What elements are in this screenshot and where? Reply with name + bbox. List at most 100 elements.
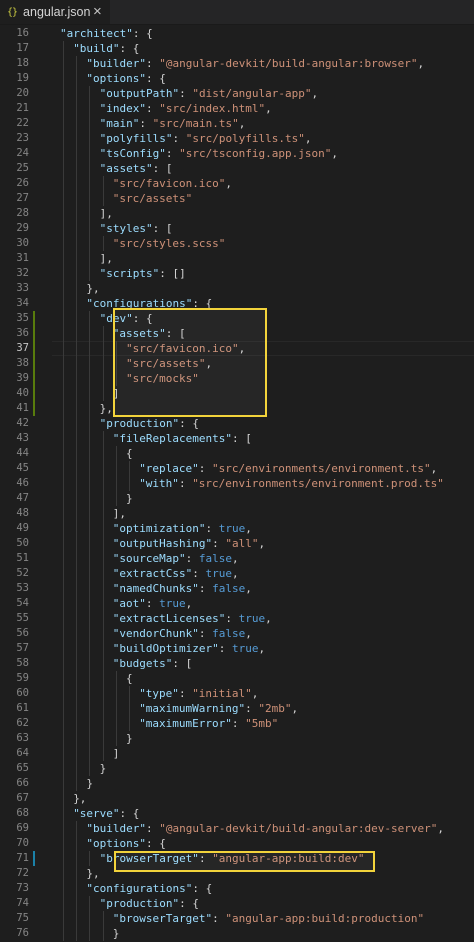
indent-guide — [89, 671, 91, 686]
punctuation: , — [232, 552, 239, 565]
code-line[interactable]: 24 "tsConfig": "src/tsconfig.app.json", — [0, 146, 474, 161]
code-line[interactable]: 27 "src/assets" — [0, 191, 474, 206]
code-line[interactable]: 74 "production": { — [0, 896, 474, 911]
indent-guide — [102, 716, 104, 731]
indent-guide — [76, 836, 78, 851]
punctuation: , — [331, 147, 339, 160]
code-line[interactable]: 23 "polyfills": "src/polyfills.ts", — [0, 131, 474, 146]
code-line[interactable]: 29 "styles": [ — [0, 221, 474, 236]
code-line[interactable]: 64] — [0, 746, 474, 761]
code-line[interactable]: 47} — [0, 491, 474, 506]
indent-guide — [63, 551, 64, 566]
close-icon[interactable]: × — [93, 3, 102, 21]
tab-angular-json[interactable]: {} angular.json × — [0, 0, 110, 24]
punctuation: , — [265, 612, 272, 625]
json-key: "type" — [139, 687, 179, 700]
code-line[interactable]: 61 "maximumWarning": "2mb", — [0, 701, 474, 716]
code-editor[interactable]: 16 "architect": {17 "build": {18 "builder":… — [0, 24, 474, 942]
code-line[interactable]: 28], — [0, 206, 474, 221]
json-key: "polyfills" — [99, 132, 173, 145]
indent-guide — [76, 371, 78, 386]
code-line[interactable]: 60 "type": "initial", — [0, 686, 474, 701]
code-line[interactable]: 19 "options": { — [0, 71, 474, 86]
code-line[interactable]: 20 "outputPath": "dist/angular-app", — [0, 86, 474, 101]
indent-guide — [76, 521, 78, 536]
code-text: "fileReplacements": [ — [113, 431, 252, 446]
indent-guide — [89, 416, 91, 431]
indent-guide — [102, 491, 104, 506]
indent-guide — [102, 536, 104, 551]
json-string: "src/main.ts" — [152, 117, 239, 130]
code-line[interactable]: 43 "fileReplacements": [ — [0, 431, 474, 446]
indent-guide — [76, 161, 78, 176]
punctuation: : — [178, 687, 193, 700]
code-line[interactable]: 26 "src/favicon.ico", — [0, 176, 474, 191]
json-key: "builder" — [86, 822, 146, 835]
code-line[interactable]: 21 "index": "src/index.html", — [0, 101, 474, 116]
code-line[interactable]: 25 "assets": [ — [0, 161, 474, 176]
code-line[interactable]: 56 "vendorChunk": false, — [0, 626, 474, 641]
punctuation: }, — [73, 792, 87, 805]
punctuation: : — [212, 912, 226, 925]
code-line[interactable]: 66} — [0, 776, 474, 791]
indent-guide — [102, 236, 104, 251]
code-line[interactable]: 31], — [0, 251, 474, 266]
code-line[interactable]: 50 "outputHashing": "all", — [0, 536, 474, 551]
indent-guide — [76, 776, 78, 791]
code-line[interactable]: 69 "builder": "@angular-devkit/build-angu… — [0, 821, 474, 836]
line-number: 28 — [16, 207, 29, 219]
code-text: "src/favicon.ico", — [113, 176, 232, 191]
json-string: "src/index.html" — [159, 102, 266, 115]
line-number: 33 — [16, 282, 29, 294]
code-line[interactable]: 52 "extractCss": true, — [0, 566, 474, 581]
code-line[interactable]: 30 "src/styles.scss" — [0, 236, 474, 251]
punctuation: , — [265, 102, 272, 115]
code-line[interactable]: 45 "replace": "src/environments/environme… — [0, 461, 474, 476]
code-line[interactable]: 18 "builder": "@angular-devkit/build-angu… — [0, 56, 474, 71]
code-line[interactable]: 42 "production": { — [0, 416, 474, 431]
code-line[interactable]: 67}, — [0, 791, 474, 806]
punctuation: : — [179, 87, 193, 100]
line-number: 30 — [16, 237, 29, 249]
indent-guide — [76, 866, 78, 881]
code-line[interactable]: 73 "configurations": { — [0, 881, 474, 896]
code-line[interactable]: 68 "serve": { — [0, 806, 474, 821]
indent-guide — [63, 56, 64, 71]
code-line[interactable]: 65} — [0, 761, 474, 776]
code-line[interactable]: 16 "architect": { — [0, 26, 474, 41]
code-line[interactable]: 32 "scripts": [] — [0, 266, 474, 281]
code-line[interactable]: 49 "optimization": true, — [0, 521, 474, 536]
json-key: "aot" — [112, 597, 146, 610]
line-number: 64 — [16, 747, 29, 759]
code-line[interactable]: 62 "maximumError": "5mb" — [0, 716, 474, 731]
indent-guide — [89, 896, 91, 911]
json-string: "2mb" — [258, 702, 292, 715]
code-line[interactable]: 53 "namedChunks": false, — [0, 581, 474, 596]
code-line[interactable]: 46 "with": "src/environments/environment.… — [0, 476, 474, 491]
code-line[interactable]: 33}, — [0, 281, 474, 296]
code-line[interactable]: 22 "main": "src/main.ts", — [0, 116, 474, 131]
code-line[interactable]: 76} — [0, 926, 474, 941]
code-line[interactable]: 75 "browserTarget": "angular-app:build:pr… — [0, 911, 474, 926]
indent-guide — [115, 686, 117, 701]
code-line[interactable]: 44 { — [0, 446, 474, 461]
code-line[interactable]: 51 "sourceMap": false, — [0, 551, 474, 566]
code-line[interactable]: 59 { — [0, 671, 474, 686]
code-line[interactable]: 58 "budgets": [ — [0, 656, 474, 671]
code-line[interactable]: 57 "buildOptimizer": true, — [0, 641, 474, 656]
code-line[interactable]: 70 "options": { — [0, 836, 474, 851]
punctuation: : { — [146, 72, 166, 85]
code-line[interactable]: 54 "aot": true, — [0, 596, 474, 611]
indent-guide — [89, 191, 91, 206]
code-line[interactable]: 48], — [0, 506, 474, 521]
indent-guide — [115, 446, 117, 461]
code-line[interactable]: 55 "extractLicenses": true, — [0, 611, 474, 626]
code-line[interactable]: 17 "build": { — [0, 41, 474, 56]
punctuation: , — [185, 597, 193, 610]
punctuation: , — [311, 87, 319, 100]
punctuation: : — [139, 117, 153, 130]
indent-guide — [76, 56, 78, 71]
indent-guide — [76, 716, 78, 731]
line-number: 26 — [16, 177, 29, 189]
code-line[interactable]: 63} — [0, 731, 474, 746]
